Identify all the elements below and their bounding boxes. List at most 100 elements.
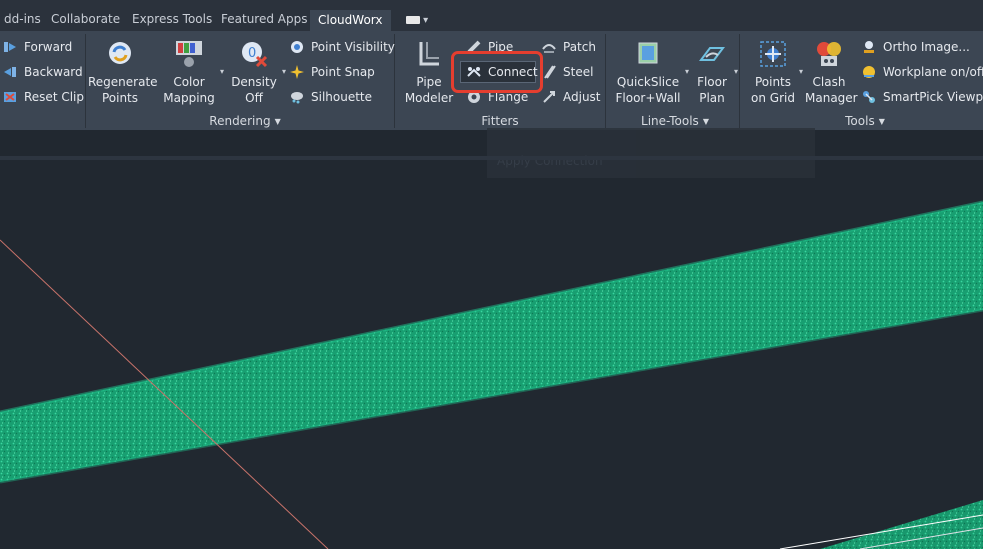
pipe-modeler-label-2: Modeler <box>404 91 454 105</box>
chevron-down-icon: ▾ <box>684 67 689 76</box>
forward-icon <box>4 42 16 52</box>
floor-plan-label-1: Floor <box>697 75 727 89</box>
patch-icon <box>542 44 556 53</box>
panel-title-line-tools[interactable]: Line-Tools ▼ <box>620 113 730 129</box>
panel-title-line-tools-label: Line-Tools <box>641 114 699 128</box>
panel-title-tools[interactable]: Tools ▼ <box>820 113 910 129</box>
backward-icon <box>4 67 16 77</box>
backward-label: Backward <box>24 65 83 79</box>
tab-add-ins[interactable]: dd-ins <box>0 8 49 31</box>
panel-title-fitters-label: Fitters <box>481 114 519 128</box>
points-on-grid-label-2: on Grid <box>751 91 795 105</box>
point-visibility-label: Point Visibility <box>311 40 395 54</box>
smartpick-viewport-button[interactable]: SmartPick Viewport <box>861 86 983 108</box>
panel-title-rendering[interactable]: Rendering ▼ <box>190 113 300 129</box>
points-on-grid-label-1: Points <box>754 75 792 89</box>
reset-clip-label: Reset Clip <box>24 90 84 104</box>
adjust-button[interactable]: Adjust <box>541 86 601 108</box>
point-snap-icon <box>290 65 304 79</box>
clash-manager-button[interactable]: Clash Manager <box>805 38 858 106</box>
point-snap-button[interactable]: Point Snap <box>289 61 375 83</box>
clash-manager-label-1: Clash <box>812 75 846 89</box>
floor-plan-button[interactable]: Floor Plan ▾ <box>692 38 738 106</box>
smartpick-label: SmartPick Viewport <box>883 90 983 104</box>
clash-manager-icon <box>817 42 841 66</box>
points-on-grid-button[interactable]: Points on Grid ▾ <box>749 38 803 106</box>
steel-button[interactable]: Steel <box>541 61 593 83</box>
tab-collaborate[interactable]: Collaborate <box>43 8 128 31</box>
regenerate-icon <box>109 42 131 64</box>
svg-text:0: 0 <box>248 46 256 61</box>
clash-manager-label-2: Manager <box>805 91 858 105</box>
regenerate-points-button[interactable]: Regenerate Points <box>88 38 158 106</box>
point-visibility-button[interactable]: Point Visibility <box>289 36 395 58</box>
floor-plan-icon <box>699 47 725 61</box>
chevron-down-icon: ▼ <box>702 116 709 126</box>
ribbon-tab-bar: dd-ins Collaborate Express Tools Feature… <box>0 0 983 32</box>
chevron-down-icon: ▼ <box>274 116 281 126</box>
panel-divider <box>605 34 606 128</box>
smartpick-icon <box>863 91 875 103</box>
color-mapping-label-1: Color <box>173 75 205 89</box>
panel-title-tools-label: Tools <box>845 114 875 128</box>
adjust-label: Adjust <box>563 90 601 104</box>
silhouette-label: Silhouette <box>311 90 373 104</box>
color-mapping-label-2: Mapping <box>163 91 215 105</box>
chevron-down-icon: ▾ <box>798 67 803 76</box>
panel-title-fitters: Fitters <box>450 113 550 129</box>
quickslice-icon <box>638 42 658 64</box>
quickslice-button[interactable]: QuickSlice Floor+Wall ▾ <box>613 38 689 106</box>
chevron-down-icon: ▾ <box>219 67 224 76</box>
ortho-image-icon <box>864 41 874 53</box>
steel-label: Steel <box>563 65 594 79</box>
quickslice-label-1: QuickSlice <box>616 75 680 89</box>
points-on-grid-icon <box>760 41 786 67</box>
steel-icon <box>544 65 556 79</box>
adjust-icon <box>543 91 555 103</box>
tab-featured-apps[interactable]: Featured Apps <box>213 8 315 31</box>
forward-button[interactable]: Forward <box>2 36 72 58</box>
density-label-2: Off <box>245 91 263 105</box>
workplane-label: Workplane on/off <box>883 65 983 79</box>
pipe-modeler-button[interactable]: Pipe Modeler <box>402 38 456 106</box>
density-off-button[interactable]: 0 Density Off ▾ <box>228 38 286 106</box>
point-cloud-band <box>0 202 983 482</box>
density-label-1: Density <box>231 75 277 89</box>
patch-button[interactable]: Patch <box>541 36 596 58</box>
tab-express-tools[interactable]: Express Tools <box>124 8 220 31</box>
tab-overflow-dropdown[interactable]: ▾ <box>398 10 436 31</box>
regenerate-label-2: Points <box>101 91 139 105</box>
silhouette-icon <box>291 92 303 104</box>
chevron-down-icon: ▾ <box>281 67 286 76</box>
connect-highlight <box>451 51 543 93</box>
regenerate-label-1: Regenerate <box>88 75 158 89</box>
workplane-icon <box>863 66 875 78</box>
panel-divider <box>85 34 86 128</box>
silhouette-button[interactable]: Silhouette <box>289 86 372 108</box>
quickslice-label-2: Floor+Wall <box>615 91 681 105</box>
patch-label: Patch <box>563 40 596 54</box>
ortho-image-label: Ortho Image... <box>883 40 970 54</box>
color-mapping-button[interactable]: Color Mapping ▾ <box>160 38 224 106</box>
forward-label: Forward <box>24 40 73 54</box>
panel-title-rendering-label: Rendering <box>209 114 271 128</box>
workplane-button[interactable]: Workplane on/off <box>861 61 983 83</box>
tab-flag-icon <box>405 16 420 24</box>
pipe-modeler-label-1: Pipe <box>416 75 442 89</box>
floor-plan-label-2: Plan <box>699 91 725 105</box>
chevron-down-icon: ▼ <box>878 116 885 126</box>
panel-divider <box>739 34 740 128</box>
color-mapping-icon <box>176 41 202 67</box>
model-viewport[interactable] <box>0 160 983 549</box>
point-visibility-icon <box>291 41 303 53</box>
chevron-down-icon: ▾ <box>423 15 429 26</box>
ortho-image-button[interactable]: Ortho Image... <box>861 36 970 58</box>
tab-cloudworx[interactable]: CloudWorx <box>310 10 391 31</box>
pipe-modeler-icon <box>419 42 439 66</box>
reset-clip-button[interactable]: Reset Clip <box>2 86 84 108</box>
density-off-icon: 0 <box>242 42 268 68</box>
reset-clip-icon <box>4 92 16 102</box>
chevron-down-icon: ▾ <box>733 67 738 76</box>
backward-button[interactable]: Backward <box>2 61 83 83</box>
point-snap-label: Point Snap <box>311 65 375 79</box>
